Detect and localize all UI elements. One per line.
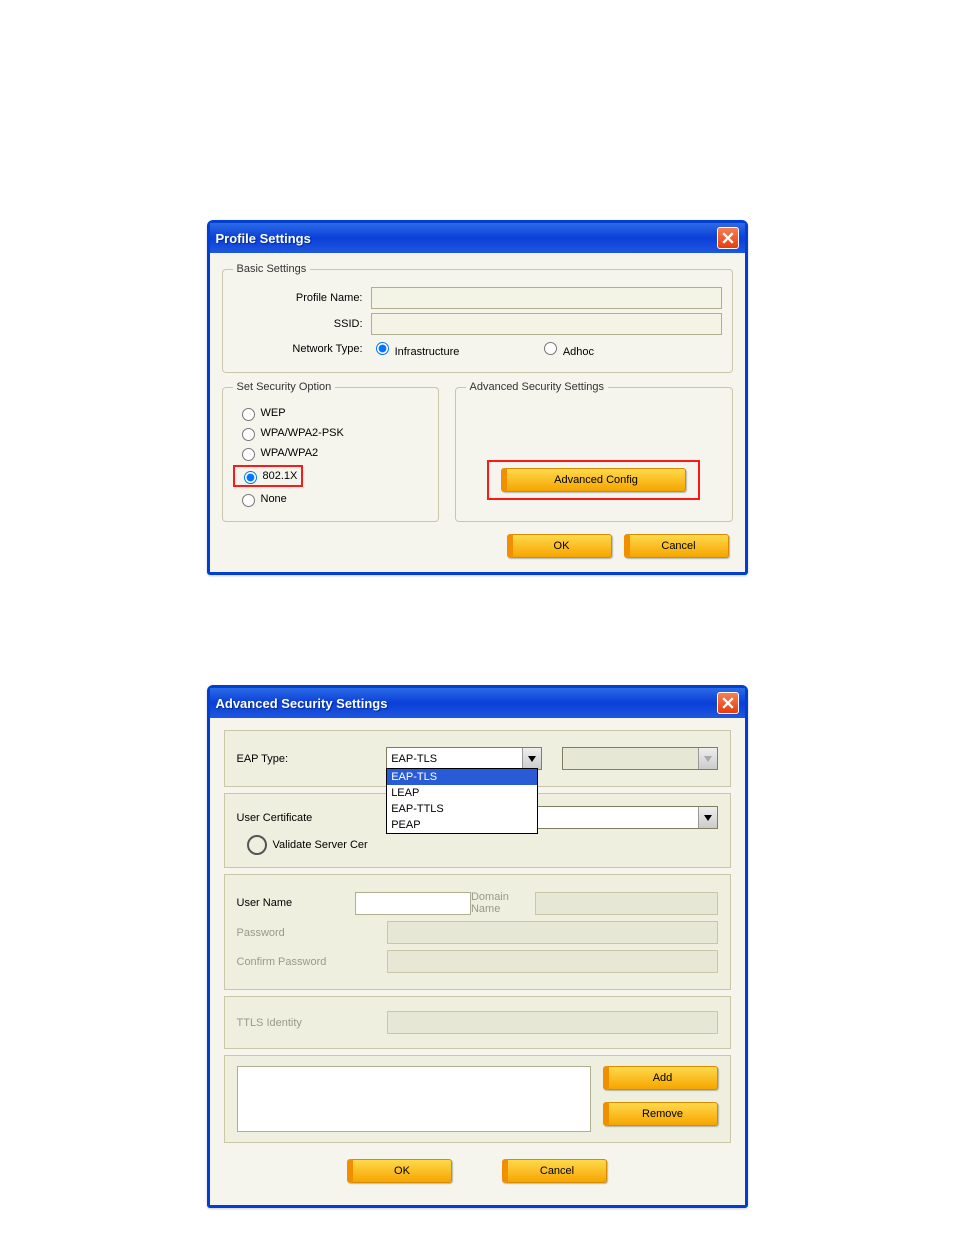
ttls-identity-input xyxy=(387,1011,718,1034)
cancel-button[interactable]: Cancel xyxy=(624,534,729,558)
radio-adhoc[interactable]: Adhoc xyxy=(539,339,594,358)
eap-type-panel: EAP Type: EAP-TLS EAP-TLS LEAP EAP-TTLS … xyxy=(224,730,731,787)
security-option-group: Set Security Option WEP WPA/WPA2-PSK WPA… xyxy=(222,381,439,522)
password-label: Password xyxy=(237,927,387,939)
network-type-label: Network Type: xyxy=(233,343,371,355)
dialog-title: Advanced Security Settings xyxy=(216,696,388,711)
advanced-security-dialog: Advanced Security Settings EAP Type: EAP… xyxy=(207,685,748,1208)
advanced-security-group: Advanced Security Settings Advanced Conf… xyxy=(455,381,733,522)
advanced-config-button[interactable]: Advanced Config xyxy=(501,468,686,492)
ok-button[interactable]: OK xyxy=(507,534,612,558)
radio-8021x-highlight: 802.1X xyxy=(233,465,304,487)
password-input xyxy=(387,921,718,944)
radio-infrastructure-input[interactable] xyxy=(376,342,389,355)
confirm-password-input xyxy=(387,950,718,973)
advanced-security-legend: Advanced Security Settings xyxy=(466,381,609,393)
dialog-title: Profile Settings xyxy=(216,231,311,246)
certificate-listbox[interactable] xyxy=(237,1066,591,1132)
advanced-config-highlight: Advanced Config xyxy=(487,460,700,500)
user-name-label: User Name xyxy=(237,897,355,909)
security-option-legend: Set Security Option xyxy=(233,381,336,393)
ttls-panel: TTLS Identity xyxy=(224,996,731,1049)
chevron-down-icon xyxy=(698,748,717,769)
basic-settings-legend: Basic Settings xyxy=(233,263,311,275)
remove-button[interactable]: Remove xyxy=(603,1102,718,1126)
eap-type-combo[interactable]: EAP-TLS EAP-TLS LEAP EAP-TTLS PEAP xyxy=(386,747,542,770)
chevron-down-icon[interactable] xyxy=(698,807,717,828)
radio-wpa[interactable]: WPA/WPA2 xyxy=(237,445,428,461)
radio-none[interactable]: None xyxy=(237,491,428,507)
radio-wpa-psk[interactable]: WPA/WPA2-PSK xyxy=(237,425,428,441)
ok-button[interactable]: OK xyxy=(347,1159,452,1183)
cancel-button[interactable]: Cancel xyxy=(502,1159,607,1183)
close-icon[interactable] xyxy=(717,227,739,249)
domain-name-label: Domain Name xyxy=(471,891,527,915)
chevron-down-icon[interactable] xyxy=(522,748,541,769)
eap-option[interactable]: EAP-TTLS xyxy=(387,801,537,817)
eap-type-dropdown[interactable]: EAP-TLS LEAP EAP-TTLS PEAP xyxy=(386,768,538,834)
validate-server-label: Validate Server Cer xyxy=(273,839,368,851)
ssid-label: SSID: xyxy=(233,318,371,330)
user-name-input[interactable] xyxy=(355,892,471,915)
add-button[interactable]: Add xyxy=(603,1066,718,1090)
confirm-password-label: Confirm Password xyxy=(237,956,387,968)
basic-settings-group: Basic Settings Profile Name: SSID: Netwo… xyxy=(222,263,733,373)
radio-8021x-input[interactable] xyxy=(244,471,257,484)
radio-infrastructure[interactable]: Infrastructure xyxy=(371,339,460,358)
close-icon[interactable] xyxy=(717,692,739,714)
titlebar[interactable]: Profile Settings xyxy=(210,223,745,253)
radio-8021x-label: 802.1X xyxy=(263,470,298,482)
eap-type-value: EAP-TLS xyxy=(391,753,437,765)
list-panel: Add Remove xyxy=(224,1055,731,1143)
validate-server-toggle[interactable] xyxy=(247,835,267,855)
ttls-identity-label: TTLS Identity xyxy=(237,1017,387,1029)
user-certificate-label: User Certificate xyxy=(237,812,387,824)
profile-settings-dialog: Profile Settings Basic Settings Profile … xyxy=(207,220,748,575)
credentials-panel: User Name Domain Name Password Confirm P… xyxy=(224,874,731,990)
radio-adhoc-input[interactable] xyxy=(544,342,557,355)
eap-option[interactable]: PEAP xyxy=(387,817,537,833)
ssid-input[interactable] xyxy=(371,313,722,335)
profile-name-input[interactable] xyxy=(371,287,722,309)
titlebar[interactable]: Advanced Security Settings xyxy=(210,688,745,718)
eap-option[interactable]: EAP-TLS xyxy=(387,769,537,785)
eap-option[interactable]: LEAP xyxy=(387,785,537,801)
profile-name-label: Profile Name: xyxy=(233,292,371,304)
eap-type-label: EAP Type: xyxy=(237,753,387,765)
domain-name-input xyxy=(535,892,718,915)
eap-sub-combo xyxy=(562,747,718,770)
radio-wep[interactable]: WEP xyxy=(237,405,428,421)
